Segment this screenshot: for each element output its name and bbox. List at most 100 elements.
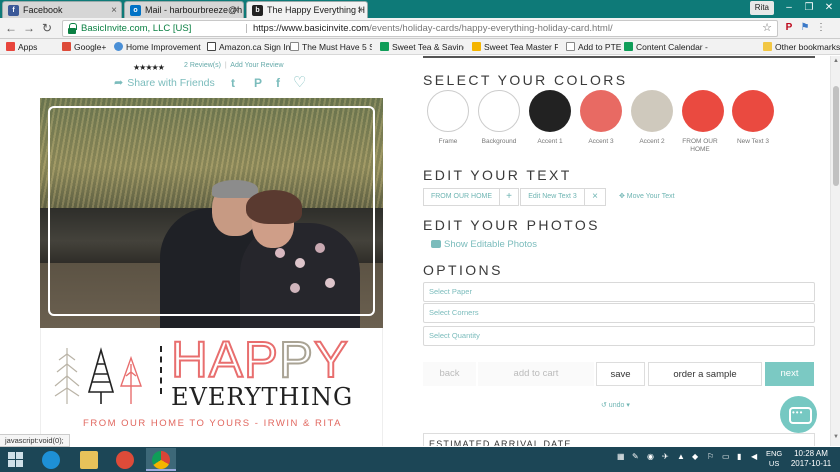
swatch-accent-1[interactable] bbox=[529, 90, 571, 132]
swatch-new-text-3[interactable] bbox=[732, 90, 774, 132]
forward-arrow-icon[interactable]: → bbox=[22, 21, 36, 35]
tab-mail[interactable]: o Mail - harbourbreeze@h × bbox=[124, 1, 244, 18]
facebook-share-icon[interactable]: f bbox=[276, 76, 280, 90]
tray-icon[interactable]: ⚐ bbox=[707, 452, 714, 461]
tray-icon[interactable]: ▦ bbox=[617, 452, 625, 461]
bookmark-google-plus[interactable]: Google+ bbox=[62, 39, 106, 55]
bookmark-content-calendar[interactable]: Content Calendar - G bbox=[624, 39, 710, 55]
tray-icon[interactable]: ✎ bbox=[632, 452, 639, 461]
share-with-friends-link[interactable]: ➦ Share with Friends bbox=[114, 76, 215, 89]
happy-text-part: HAP bbox=[170, 331, 279, 388]
tray-icon[interactable]: ▲ bbox=[677, 452, 685, 461]
share-label: Share with Friends bbox=[127, 77, 215, 89]
order-a-sample-button[interactable]: order a sample bbox=[648, 362, 762, 386]
doc-icon bbox=[290, 42, 299, 51]
add-to-cart-button[interactable]: add to cart bbox=[478, 362, 594, 386]
swatch-accent-2[interactable] bbox=[631, 90, 673, 132]
save-button[interactable]: save bbox=[596, 362, 645, 386]
back-button[interactable]: back bbox=[423, 362, 476, 386]
bookmark-apps[interactable]: Apps bbox=[6, 39, 37, 55]
photo-frame-border bbox=[48, 106, 375, 316]
card-design[interactable]: HAPPY EVERYTHING FROM OUR HOME TO YOURS … bbox=[40, 328, 383, 446]
swatch-background[interactable] bbox=[478, 90, 520, 132]
bookmark-must-have[interactable]: The Must Have 5 Step bbox=[290, 39, 372, 55]
bookmark-star-icon[interactable]: ☆ bbox=[762, 21, 772, 36]
maximize-icon[interactable]: ❐ bbox=[799, 0, 819, 16]
swatch-label: New Text 3 bbox=[736, 138, 770, 145]
swatch-label: Accent 3 bbox=[588, 138, 614, 145]
windows-taskbar: ▦ ✎ ◉ ✈ ▲ ◆ ⚐ ▭ ▮ ◀ ENG US 10:28 AM 2017-1… bbox=[0, 447, 840, 472]
windows-start-icon[interactable] bbox=[8, 452, 23, 467]
select-corners-dropdown[interactable]: Select Corners bbox=[423, 303, 815, 323]
reload-icon[interactable]: ↻ bbox=[40, 21, 54, 35]
pinterest-icon[interactable]: P bbox=[254, 76, 262, 90]
internet-explorer-icon[interactable] bbox=[36, 448, 66, 471]
url-path: /events/holiday-cards/happy-everything-h… bbox=[369, 23, 613, 34]
menu-icon[interactable]: ⋮ bbox=[814, 21, 828, 35]
swatch-from-our-home[interactable] bbox=[682, 90, 724, 132]
card-photo[interactable] bbox=[40, 98, 383, 328]
swatch-accent-3[interactable] bbox=[580, 90, 622, 132]
close-icon[interactable]: × bbox=[357, 2, 363, 18]
add-review-link[interactable]: Add Your Review bbox=[230, 62, 283, 69]
minimize-icon[interactable]: – bbox=[779, 0, 799, 16]
bookmark-label: Sweet Tea Master Fil bbox=[484, 42, 558, 52]
reviews-links: 2 Review(s) | Add Your Review bbox=[184, 62, 284, 69]
undo-button[interactable]: ↺ undo ▾ bbox=[601, 401, 630, 409]
bookmark-amazon[interactable]: Amazon.ca Sign In bbox=[207, 39, 290, 55]
twitter-icon[interactable]: t bbox=[231, 76, 235, 90]
tray-icon[interactable]: ◉ bbox=[647, 452, 654, 461]
close-icon[interactable]: × bbox=[111, 2, 117, 18]
select-quantity-dropdown[interactable]: Select Quantity bbox=[423, 326, 815, 346]
close-icon[interactable]: × bbox=[233, 2, 239, 18]
heart-icon[interactable]: ♡ bbox=[293, 73, 306, 91]
scroll-up-icon[interactable]: ▲ bbox=[832, 58, 840, 64]
battery-icon[interactable]: ▭ bbox=[722, 452, 730, 461]
chrome-icon[interactable] bbox=[146, 448, 176, 471]
bookmark-sweet-tea-master[interactable]: Sweet Tea Master Fil bbox=[472, 39, 558, 55]
swatch-label: Background bbox=[481, 138, 517, 145]
url-text: https://www.basicinvite.com/events/holid… bbox=[253, 21, 613, 36]
show-editable-photos-link[interactable]: Show Editable Photos bbox=[431, 239, 537, 250]
everything-heading: EVERYTHING bbox=[171, 383, 354, 411]
tab-facebook[interactable]: f Facebook × bbox=[2, 1, 122, 18]
tab-title: Facebook bbox=[23, 5, 63, 15]
next-button[interactable]: next bbox=[765, 362, 814, 386]
clock[interactable]: 10:28 AM 2017-10-11 bbox=[789, 449, 833, 469]
close-window-icon[interactable]: ✕ bbox=[819, 0, 839, 16]
bookmark-sweet-tea-saving[interactable]: Sweet Tea & Saving bbox=[380, 39, 464, 55]
scroll-thumb[interactable] bbox=[833, 86, 839, 186]
page-scrollbar[interactable]: ▲ ▼ bbox=[830, 56, 840, 446]
reviews-count-link[interactable]: 2 Review(s) bbox=[184, 62, 221, 69]
divider bbox=[246, 24, 247, 33]
browser-tab-bar: f Facebook × o Mail - harbourbreeze@h × … bbox=[0, 0, 840, 18]
google-plus-app-icon[interactable] bbox=[110, 448, 140, 471]
tray-icon[interactable]: ◆ bbox=[692, 452, 698, 461]
edit-new-text-3-button[interactable]: Edit New Text 3 bbox=[520, 188, 585, 206]
swatch-frame[interactable] bbox=[427, 90, 469, 132]
add-text-button[interactable]: + bbox=[499, 188, 519, 206]
chat-bubble-icon[interactable] bbox=[780, 396, 817, 433]
tray-icon[interactable]: ✈ bbox=[662, 452, 669, 461]
swatch-label: Accent 2 bbox=[639, 138, 665, 145]
extension-icon[interactable]: ⚑ bbox=[798, 21, 812, 35]
remove-text-button[interactable]: × bbox=[584, 188, 606, 206]
bookmark-other[interactable]: Other bookmarks bbox=[763, 39, 840, 55]
volume-icon[interactable]: ◀ bbox=[751, 452, 757, 461]
tab-basicinvite[interactable]: b The Happy Everything H × bbox=[246, 1, 368, 18]
back-arrow-icon[interactable]: ← bbox=[4, 21, 18, 35]
pinterest-extension-icon[interactable]: P bbox=[782, 21, 796, 35]
bookmark-add-to-pte[interactable]: Add to PTE bbox=[566, 39, 621, 55]
file-explorer-icon[interactable] bbox=[74, 448, 104, 471]
show-photos-label: Show Editable Photos bbox=[444, 239, 537, 250]
profile-button[interactable]: Rita bbox=[749, 1, 774, 15]
edit-from-our-home-button[interactable]: FROM OUR HOME bbox=[423, 188, 500, 206]
network-icon[interactable]: ▮ bbox=[737, 452, 741, 461]
select-paper-dropdown[interactable]: Select Paper bbox=[423, 282, 815, 302]
language-indicator[interactable]: ENG US bbox=[766, 449, 782, 469]
address-bar[interactable]: BasicInvite.com, LLC [US] https://www.ba… bbox=[62, 20, 778, 37]
bookmark-label: Other bookmarks bbox=[775, 42, 840, 52]
move-your-text-link[interactable]: ✥ Move Your Text bbox=[619, 188, 675, 206]
bookmark-home-improvement[interactable]: Home Improvement bbox=[114, 39, 201, 55]
scroll-down-icon[interactable]: ▼ bbox=[832, 434, 840, 440]
